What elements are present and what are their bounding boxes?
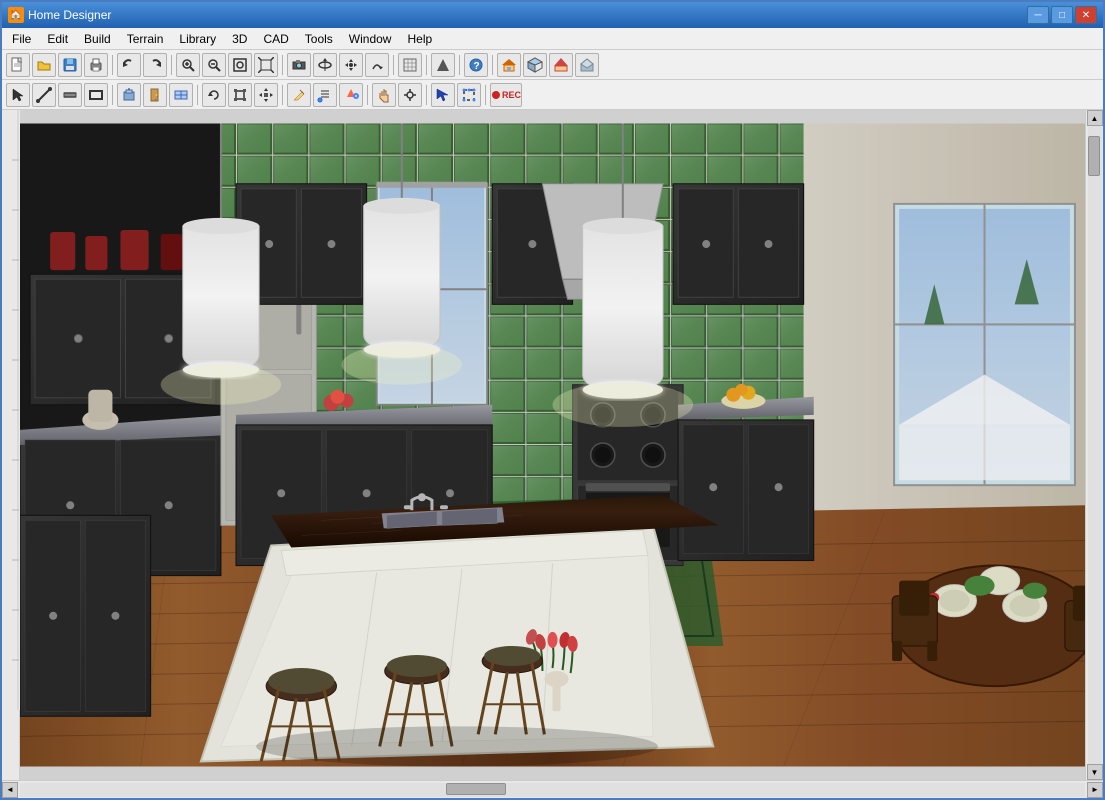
minimize-button[interactable]: ─ (1027, 6, 1049, 24)
draw-rect-button[interactable] (84, 83, 108, 107)
restore-button[interactable]: □ (1051, 6, 1073, 24)
left-ruler (2, 110, 20, 780)
zoom-window-button[interactable] (228, 53, 252, 77)
separator-t2-4 (367, 85, 368, 105)
new-button[interactable] (6, 53, 30, 77)
separator-3 (282, 55, 283, 75)
close-button[interactable]: ✕ (1075, 6, 1097, 24)
rec-button[interactable]: REC (490, 83, 522, 107)
zoom-fit-button[interactable] (254, 53, 278, 77)
separator-t2-3 (282, 85, 283, 105)
toolbar-2: REC (2, 80, 1103, 110)
menu-help[interactable]: Help (399, 28, 440, 49)
right-scrollbar: ▲ ▼ (1085, 110, 1103, 780)
camera-button[interactable] (287, 53, 311, 77)
scroll-up-button[interactable]: ▲ (1087, 110, 1103, 126)
open-button[interactable] (32, 53, 56, 77)
hand-tool-button[interactable] (372, 83, 396, 107)
save-button[interactable] (58, 53, 82, 77)
separator-5 (426, 55, 427, 75)
svg-text:?: ? (474, 61, 480, 72)
scroll-right-button[interactable]: ► (1087, 782, 1103, 798)
separator-4 (393, 55, 394, 75)
separator-1 (112, 55, 113, 75)
scroll-thumb-horizontal[interactable] (446, 783, 506, 795)
menu-3d[interactable]: 3D (224, 28, 255, 49)
window-controls: ─ □ ✕ (1027, 6, 1097, 24)
separator-t2-5 (426, 85, 427, 105)
paint-fill-button[interactable] (339, 83, 363, 107)
help-button[interactable]: ? (464, 53, 488, 77)
zoom-out-button[interactable] (202, 53, 226, 77)
camera-pan-button[interactable] (339, 53, 363, 77)
camera-tilt-button[interactable] (365, 53, 389, 77)
canvas-area[interactable] (20, 110, 1085, 780)
undo-button[interactable] (117, 53, 141, 77)
place-window-button[interactable] (169, 83, 193, 107)
menu-window[interactable]: Window (341, 28, 400, 49)
scroll-down-button[interactable]: ▼ (1087, 764, 1103, 780)
transform-button[interactable] (457, 83, 481, 107)
scroll-track-vertical[interactable] (1088, 126, 1102, 764)
app-icon: 🏠 (8, 7, 24, 23)
draw-wall-button[interactable] (58, 83, 82, 107)
arrow-tool-button[interactable] (431, 83, 455, 107)
reference-grid-button[interactable] (398, 53, 422, 77)
select-tool-button[interactable] (6, 83, 30, 107)
menu-library[interactable]: Library (171, 28, 224, 49)
place-object-button[interactable] (117, 83, 141, 107)
main-window: 🏠 Home Designer ─ □ ✕ File Edit Build Te… (0, 0, 1105, 800)
house-roof-button[interactable] (549, 53, 573, 77)
separator-2 (171, 55, 172, 75)
move-button[interactable] (254, 83, 278, 107)
menu-edit[interactable]: Edit (39, 28, 76, 49)
menu-cad[interactable]: CAD (255, 28, 296, 49)
print-button[interactable] (84, 53, 108, 77)
pencil-button[interactable] (287, 83, 311, 107)
menu-tools[interactable]: Tools (297, 28, 341, 49)
separator-t2-6 (485, 85, 486, 105)
separator-t2-1 (112, 85, 113, 105)
arrow-up-button[interactable] (431, 53, 455, 77)
menu-bar: File Edit Build Terrain Library 3D CAD T… (2, 28, 1103, 50)
scroll-track-horizontal[interactable] (20, 783, 1085, 797)
draw-line-button[interactable] (32, 83, 56, 107)
menu-build[interactable]: Build (76, 28, 119, 49)
rotate-button[interactable] (202, 83, 226, 107)
resize-button[interactable] (228, 83, 252, 107)
zoom-in-button[interactable] (176, 53, 200, 77)
snap-button[interactable] (398, 83, 422, 107)
separator-7 (492, 55, 493, 75)
toolbar-1: ? (2, 50, 1103, 80)
title-bar: 🏠 Home Designer ─ □ ✕ (2, 2, 1103, 28)
camera-orbit-button[interactable] (313, 53, 337, 77)
scroll-left-button[interactable]: ◄ (2, 782, 18, 798)
menu-terrain[interactable]: Terrain (119, 28, 172, 49)
place-door-button[interactable] (143, 83, 167, 107)
3d-scene (20, 110, 1085, 780)
house-button[interactable] (497, 53, 521, 77)
main-area: ▲ ▼ (2, 110, 1103, 780)
brush-button[interactable] (313, 83, 337, 107)
bottom-scrollbar: ◄ ► (2, 780, 1103, 798)
separator-t2-2 (197, 85, 198, 105)
house-floor-button[interactable] (575, 53, 599, 77)
scroll-thumb-vertical[interactable] (1088, 136, 1100, 176)
house-3d-button[interactable] (523, 53, 547, 77)
title-bar-text: Home Designer (28, 8, 1027, 22)
separator-6 (459, 55, 460, 75)
redo-button[interactable] (143, 53, 167, 77)
menu-file[interactable]: File (4, 28, 39, 49)
